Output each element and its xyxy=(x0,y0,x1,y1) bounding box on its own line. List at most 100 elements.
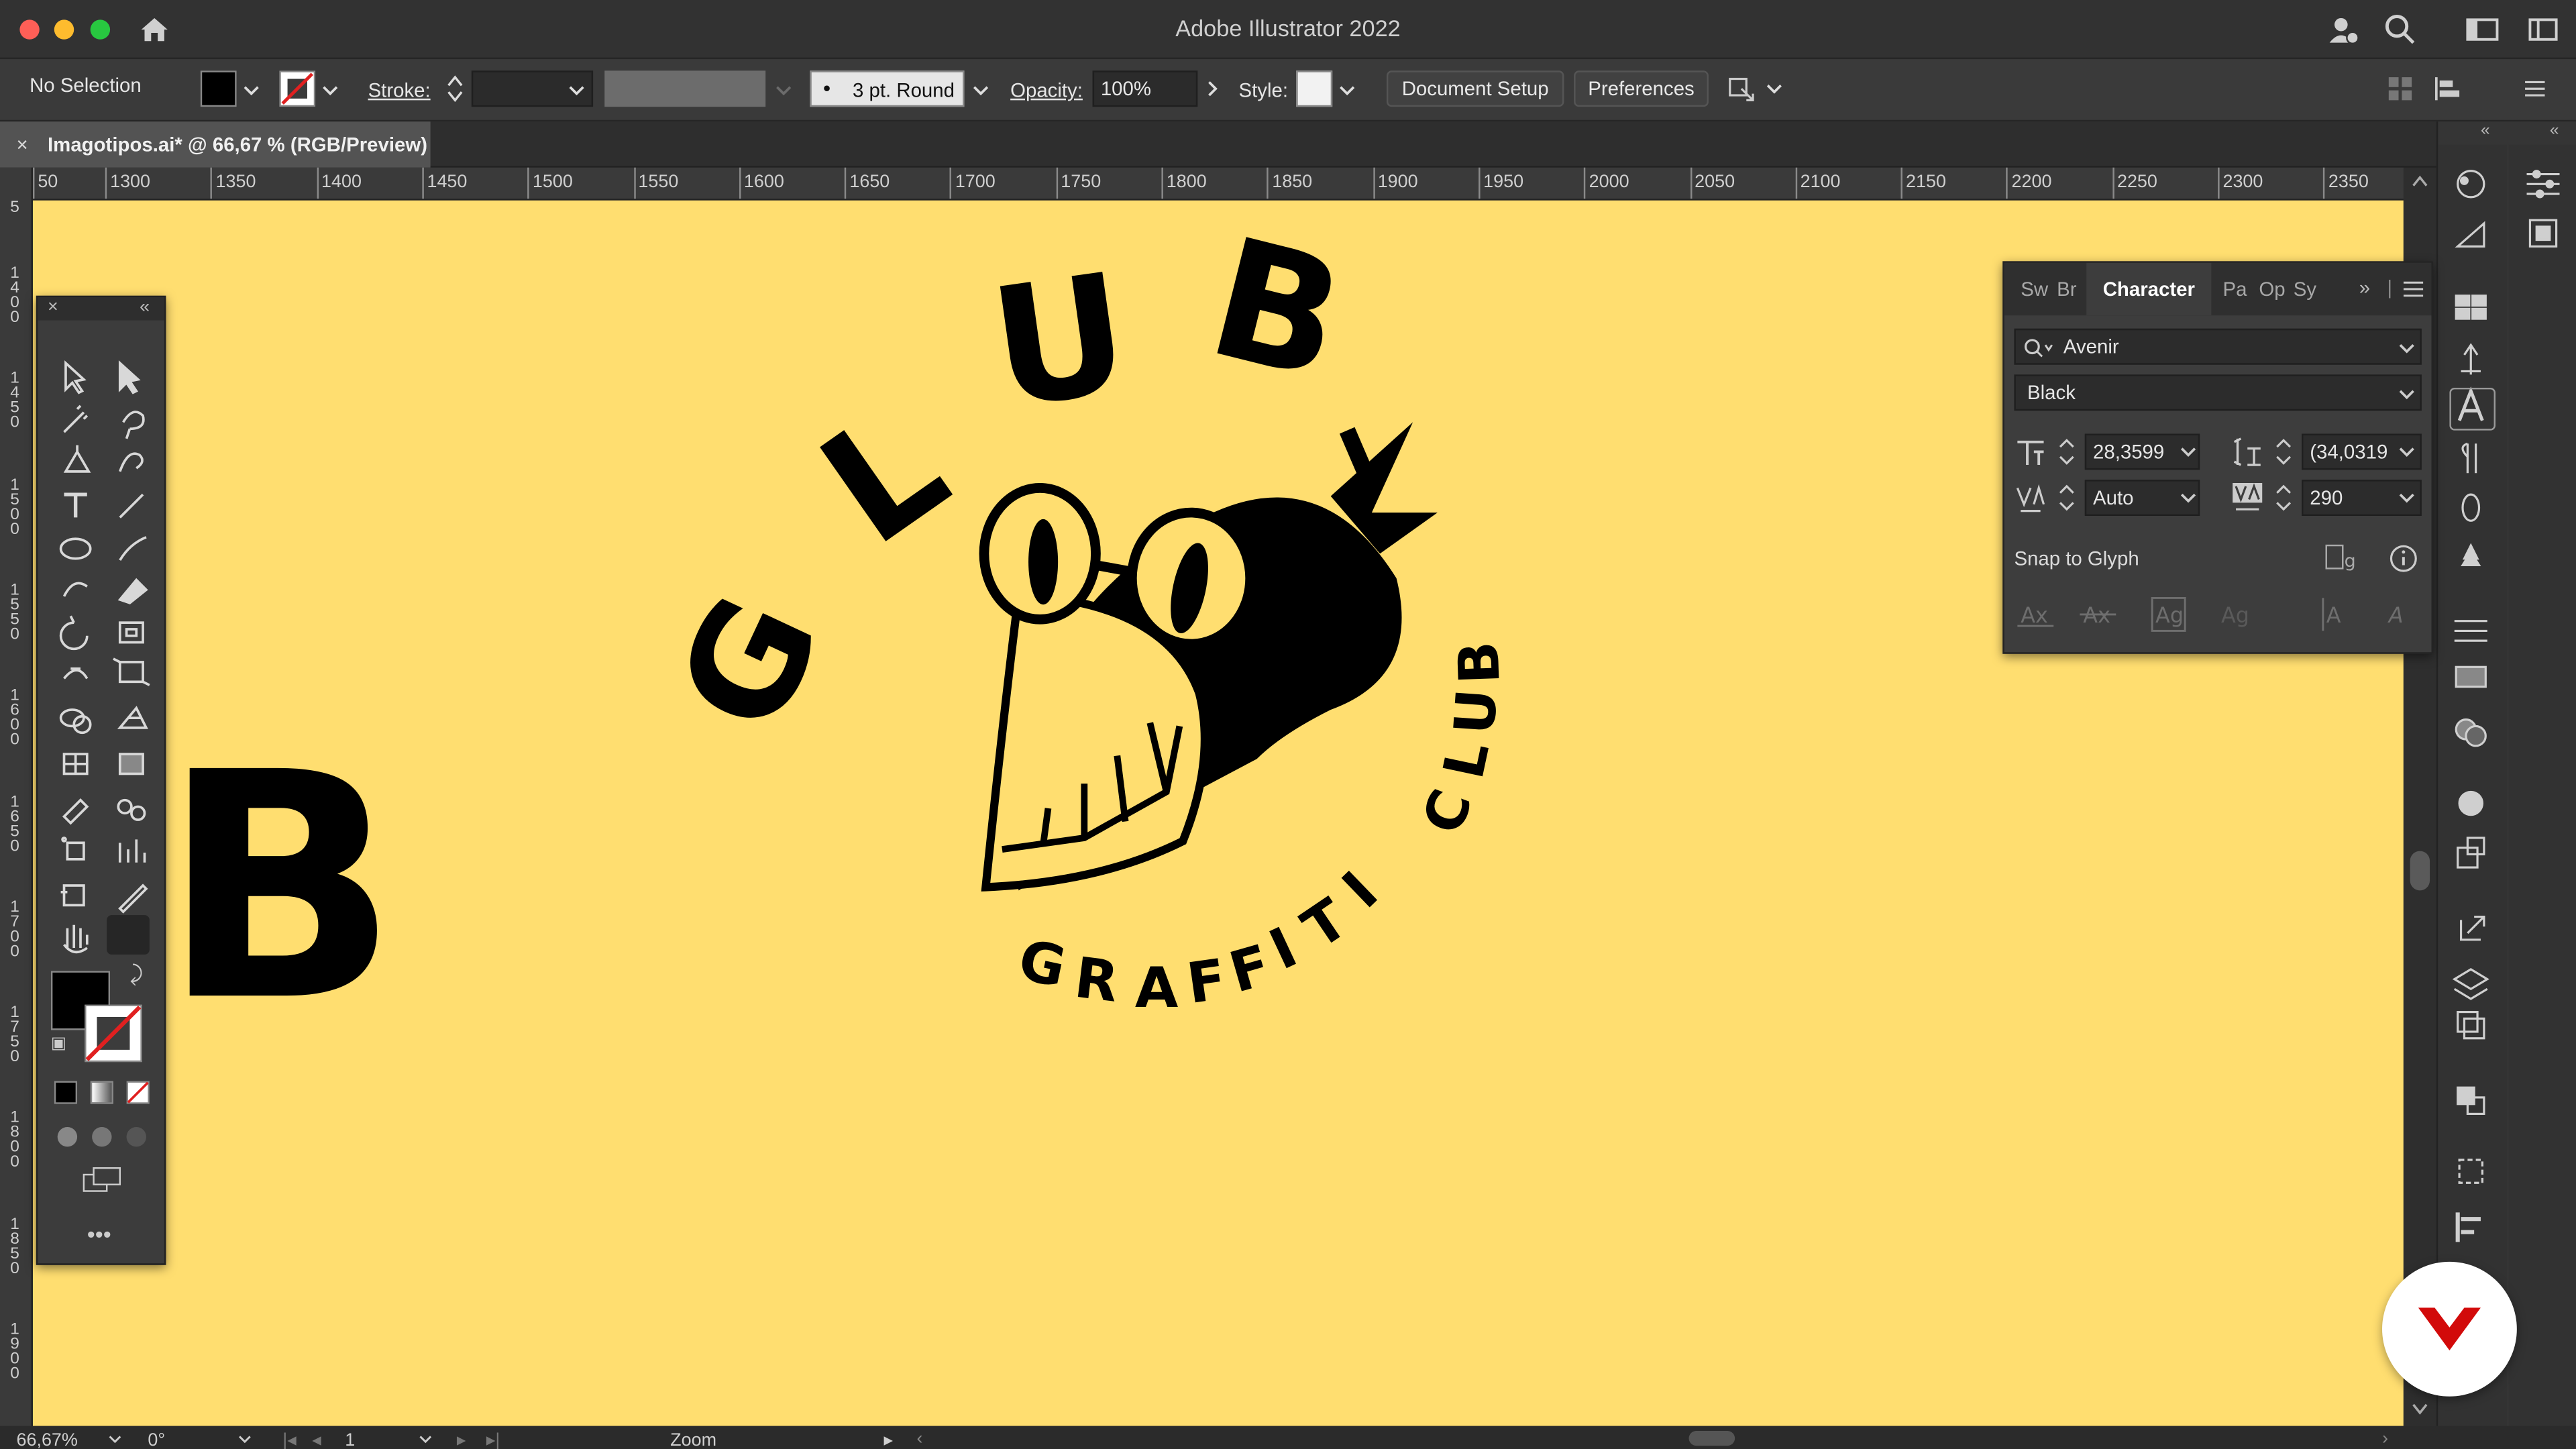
status-menu-icon[interactable]: ▸ xyxy=(884,1430,894,1449)
search-icon[interactable] xyxy=(2383,13,2416,46)
logo-letter-graffiti-4[interactable]: F xyxy=(1183,947,1230,1016)
bird-mascot[interactable] xyxy=(979,422,1438,892)
horizontal-scroll-thumb[interactable] xyxy=(1688,1431,1735,1446)
prev-artboard-icon[interactable]: ◂ xyxy=(312,1430,321,1449)
menu-icon[interactable] xyxy=(2524,77,2546,100)
chevron-down-icon[interactable] xyxy=(2180,490,2196,506)
stroke-label[interactable]: Stroke: xyxy=(368,79,431,102)
swap-colors-icon[interactable]: ⤸ xyxy=(129,961,142,987)
panel-toggle-icon[interactable] xyxy=(2527,13,2560,46)
chevron-right-icon[interactable] xyxy=(1204,80,1220,97)
kerning-stepper[interactable] xyxy=(2059,483,2075,513)
snap-options-row[interactable]: Ax Ax Ag Ag A A xyxy=(2014,595,2424,635)
document-setup-button[interactable]: Document Setup xyxy=(1386,70,1564,107)
logo-letter-l[interactable]: L xyxy=(790,373,977,581)
graphic-style-swatch[interactable] xyxy=(1296,70,1333,107)
font-size-stepper[interactable] xyxy=(2059,437,2075,466)
default-colors-icon[interactable]: ▣ xyxy=(51,1035,66,1053)
character-panel-dock-icon[interactable] xyxy=(2449,387,2496,431)
logo-letter-graffiti-2[interactable]: R xyxy=(1071,945,1122,1015)
chevron-down-icon[interactable] xyxy=(2399,490,2415,506)
logo-letter-graffiti-1[interactable]: G xyxy=(1013,927,1071,1000)
font-family-field[interactable]: Avenir xyxy=(2014,328,2422,365)
tab-brushes[interactable]: Br xyxy=(2057,278,2076,301)
stroke-weight-stepper[interactable] xyxy=(445,72,465,105)
next-artboard-icon[interactable]: ▸ xyxy=(457,1430,466,1449)
scroll-down-icon[interactable] xyxy=(2412,1403,2428,1416)
hand-tool-button[interactable] xyxy=(54,915,97,955)
direct-selection-tool-button[interactable] xyxy=(107,360,150,399)
logo-letter-b2[interactable]: B xyxy=(1446,641,1512,686)
artboard-number[interactable]: 1 xyxy=(345,1431,355,1449)
font-style-field[interactable]: Black xyxy=(2014,374,2422,411)
scroll-up-icon[interactable] xyxy=(2412,174,2428,188)
chevron-down-icon[interactable] xyxy=(2399,443,2415,460)
expand-dock-icon[interactable]: « xyxy=(2550,121,2559,140)
logo-letter-l2[interactable]: L xyxy=(1431,736,1502,784)
chevron-down-icon[interactable] xyxy=(322,82,338,98)
partial-letter-b[interactable]: B xyxy=(161,706,399,1069)
stroke-swatch[interactable] xyxy=(279,70,316,107)
fill-swatch[interactable] xyxy=(200,70,237,107)
arrange-documents-icon[interactable] xyxy=(1725,72,1758,105)
workspace-switcher-icon[interactable] xyxy=(2464,13,2500,46)
brand-badge-button[interactable] xyxy=(2382,1261,2517,1397)
scroll-left-icon[interactable]: ‹ xyxy=(917,1430,923,1449)
more-tabs-icon[interactable]: » xyxy=(2359,276,2370,299)
tab-opentype[interactable]: Op xyxy=(2259,278,2285,301)
opacity-label[interactable]: Opacity: xyxy=(1010,79,1083,102)
logo-letter-u2[interactable]: U xyxy=(1442,687,1509,737)
chevron-down-icon[interactable] xyxy=(568,82,584,98)
drawing-modes-icon[interactable] xyxy=(54,1124,153,1150)
brush-definition[interactable]: • 3 pt. Round xyxy=(810,70,965,107)
chevron-down-icon[interactable] xyxy=(2399,340,2415,356)
align-left-icon[interactable] xyxy=(2433,76,2463,102)
collapse-dock-icon[interactable]: « xyxy=(2481,121,2490,140)
tracking-stepper[interactable] xyxy=(2275,483,2292,513)
logo-letter-g[interactable]: G xyxy=(644,570,856,757)
chevron-down-icon[interactable] xyxy=(109,1433,122,1446)
tab-swatches[interactable]: Sw xyxy=(2021,278,2048,301)
logo-letter-c2[interactable]: C xyxy=(1410,782,1485,843)
tab-paragraph[interactable]: Pa xyxy=(2222,278,2247,301)
tab-symbols[interactable]: Sy xyxy=(2294,278,2316,301)
screen-mode-icon[interactable] xyxy=(80,1165,123,1194)
chevron-down-icon[interactable] xyxy=(1766,80,1782,97)
chevron-down-icon[interactable] xyxy=(238,1433,252,1446)
logo-letter-u[interactable]: U xyxy=(981,237,1140,445)
none-mode-icon[interactable] xyxy=(126,1081,150,1104)
chevron-down-icon[interactable] xyxy=(775,82,792,98)
selection-tool-button[interactable] xyxy=(54,360,97,399)
zoom-tool-button[interactable] xyxy=(107,915,150,955)
opacity-field[interactable]: 100% xyxy=(1092,70,1198,107)
chevron-down-icon[interactable] xyxy=(2180,443,2196,460)
chevron-down-icon[interactable] xyxy=(243,82,259,98)
logo-letter-b[interactable]: B xyxy=(1193,202,1361,418)
align-grid-icon[interactable] xyxy=(2387,76,2413,102)
panel-menu-icon[interactable] xyxy=(2403,281,2424,297)
vertical-ruler[interactable]: 5 1400 1450 1500 1550 1600 1650 1700 1750 1800 185… xyxy=(0,167,33,1426)
color-mode-icon[interactable] xyxy=(54,1081,78,1104)
chevron-down-icon[interactable] xyxy=(1339,82,1355,98)
horizontal-ruler[interactable]: 50 1300 1350 1400 1450 1500 1550 1600 1650 1700 17… xyxy=(32,167,2404,201)
chevron-down-icon[interactable] xyxy=(973,82,989,98)
zoom-level[interactable]: 66,67% xyxy=(16,1431,77,1449)
document-tab[interactable]: × Imagotipos.ai* @ 66,67 % (RGB/Preview) xyxy=(0,121,431,168)
first-artboard-icon[interactable]: |◂ xyxy=(282,1430,297,1449)
close-tab-icon[interactable]: × xyxy=(16,133,28,156)
rotation-value[interactable]: 0° xyxy=(148,1431,165,1449)
gradient-mode-icon[interactable] xyxy=(90,1081,113,1104)
info-icon[interactable] xyxy=(2389,544,2418,574)
type-tool-button[interactable] xyxy=(54,488,97,527)
preferences-button[interactable]: Preferences xyxy=(1574,70,1709,107)
vertical-scroll-thumb[interactable] xyxy=(2410,851,2430,891)
account-icon[interactable] xyxy=(2326,13,2359,46)
tab-character[interactable]: Character xyxy=(2103,278,2195,301)
last-artboard-icon[interactable]: ▸| xyxy=(486,1430,500,1449)
scroll-right-icon[interactable]: › xyxy=(2382,1430,2388,1449)
chevron-down-icon[interactable] xyxy=(2399,386,2415,402)
more-tools-icon[interactable]: ••• xyxy=(87,1221,111,1247)
logo-letter-graffiti-3[interactable]: A xyxy=(1135,955,1179,1020)
chevron-down-icon[interactable] xyxy=(419,1433,432,1446)
glyph-guides-icon[interactable]: g xyxy=(2324,544,2361,574)
